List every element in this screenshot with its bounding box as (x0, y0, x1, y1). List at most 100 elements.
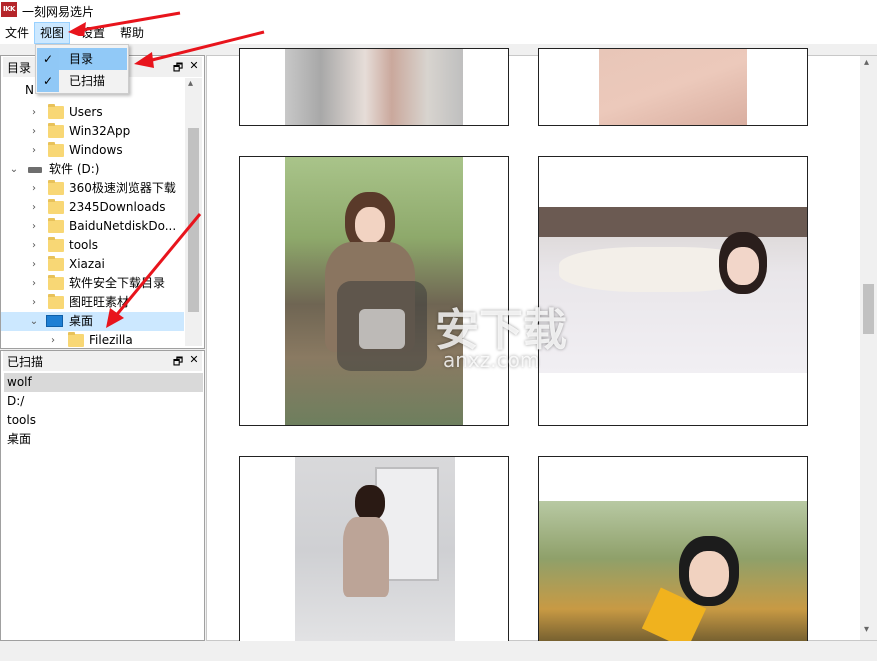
status-bar (0, 641, 877, 661)
chevron-down-icon[interactable]: ⌄ (9, 160, 19, 179)
tree-item-windows[interactable]: › Windows (1, 141, 184, 160)
photo-thumbnail (599, 49, 747, 125)
desktop-icon (46, 315, 63, 327)
chevron-right-icon[interactable]: › (29, 103, 39, 122)
scanned-item-desktop[interactable]: 桌面 (4, 430, 203, 449)
photo-subject (689, 551, 729, 597)
directory-scrollbar[interactable]: ▴ (185, 78, 202, 346)
tree-item-label: 2345Downloads (69, 200, 166, 214)
menu-option-directory[interactable]: ✓ 目录 (37, 48, 127, 70)
chevron-right-icon[interactable]: › (29, 179, 39, 198)
tree-item-xiazai[interactable]: › Xiazai (1, 255, 184, 274)
float-panel-icon[interactable]: 🗗 (171, 353, 185, 372)
image-card[interactable] (538, 156, 808, 426)
tree-item-label: Filezilla (89, 333, 133, 347)
menu-file[interactable]: 文件 (0, 22, 34, 44)
photo-subject (343, 517, 389, 597)
watermark-url: anxz.com (443, 348, 540, 372)
chevron-right-icon[interactable]: › (29, 255, 39, 274)
tree-item-tools[interactable]: › tools (1, 236, 184, 255)
app-logo-icon: IKK (1, 2, 17, 17)
chevron-right-icon[interactable]: › (29, 236, 39, 255)
tree-item-baidunetdisk[interactable]: › BaiduNetdiskDo... (1, 217, 184, 236)
chevron-down-icon[interactable]: ⌄ (29, 312, 39, 331)
tree-item-label: Xiazai (69, 257, 105, 271)
photo-subject (727, 247, 759, 285)
folder-icon (48, 180, 64, 195)
scanned-item-d[interactable]: D:/ (4, 392, 203, 411)
folder-icon (48, 199, 64, 214)
photo-subject (539, 207, 807, 237)
image-card[interactable] (538, 456, 808, 646)
folder-icon (48, 142, 64, 157)
scanned-item-tools[interactable]: tools (4, 411, 203, 430)
photo-thumbnail (539, 207, 807, 373)
menu-settings[interactable]: 设置 (76, 22, 110, 44)
menu-option-label: 已扫描 (69, 74, 106, 88)
folder-icon (48, 237, 64, 252)
check-icon: ✓ (37, 48, 59, 70)
check-icon: ✓ (37, 70, 59, 92)
chevron-right-icon[interactable]: › (29, 274, 39, 293)
directory-panel: 目录 🗗 ✕ N › Users › Win32App › Windows ⌄ … (0, 55, 205, 349)
tree-item-desktop[interactable]: ⌄ 桌面 (1, 312, 184, 331)
chevron-right-icon[interactable]: › (29, 122, 39, 141)
folder-icon (48, 104, 64, 119)
chevron-right-icon[interactable]: › (29, 198, 39, 217)
menu-bar: 文件 视图 设置 帮助 (0, 22, 877, 44)
tree-item-label: Win32App (69, 124, 131, 138)
scrollbar-thumb[interactable] (188, 128, 199, 312)
tree-item-label: 图旺旺素材 (69, 295, 130, 309)
tree-item-users[interactable]: › Users (1, 103, 184, 122)
folder-icon (68, 332, 84, 347)
tree-item-filezilla[interactable]: › Filezilla (1, 331, 184, 350)
menu-help[interactable]: 帮助 (115, 22, 149, 44)
directory-panel-title: 目录 (7, 61, 32, 75)
chevron-right-icon[interactable]: › (29, 217, 39, 236)
menu-option-scanned[interactable]: ✓ 已扫描 (37, 70, 127, 92)
folder-icon (48, 256, 64, 271)
photo-subject (355, 207, 385, 243)
chevron-right-icon[interactable]: › (48, 331, 58, 350)
image-card[interactable] (239, 48, 509, 126)
folder-icon (48, 218, 64, 233)
tree-item-tuwangwang[interactable]: › 图旺旺素材 (1, 293, 184, 312)
image-card[interactable] (239, 456, 509, 646)
tree-item-label: 软件 (D:) (49, 162, 100, 176)
tree-item-label: 桌面 (69, 314, 94, 328)
chevron-right-icon[interactable]: › (29, 141, 39, 160)
menu-view[interactable]: 视图 (34, 22, 71, 44)
float-panel-icon[interactable]: 🗗 (171, 59, 185, 78)
scrollbar-thumb[interactable] (863, 284, 874, 334)
drive-icon (28, 167, 42, 173)
photo-thumbnail (285, 49, 463, 125)
photo-thumbnail (539, 501, 807, 645)
close-panel-icon[interactable]: ✕ (187, 353, 201, 366)
close-panel-icon[interactable]: ✕ (187, 59, 201, 72)
photo-thumbnail (295, 457, 455, 645)
grid-scrollbar[interactable]: ▴ ▾ (860, 56, 877, 640)
menu-option-label: 目录 (69, 52, 94, 66)
window-title: 一刻网易选片 (22, 5, 95, 19)
chevron-right-icon[interactable]: › (29, 293, 39, 312)
tree-item-label: Users (69, 105, 103, 119)
image-card[interactable] (538, 48, 808, 126)
tree-item-drive-d[interactable]: ⌄ 软件 (D:) (1, 160, 184, 179)
scanned-item-wolf[interactable]: wolf (4, 373, 203, 392)
photo-subject (355, 485, 385, 521)
tree-item-partial[interactable]: N (25, 81, 34, 100)
tree-item-label: BaiduNetdiskDo... (69, 219, 177, 233)
scroll-up-icon[interactable]: ▴ (864, 57, 869, 68)
scroll-down-icon[interactable]: ▾ (864, 624, 869, 635)
tree-item-safe-download[interactable]: › 软件安全下载目录 (1, 274, 184, 293)
title-bar: IKK 一刻网易选片 (0, 0, 877, 22)
tree-item-360-downloads[interactable]: › 360极速浏览器下载 (1, 179, 184, 198)
scanned-panel: 已扫描 🗗 ✕ wolf D:/ tools 桌面 (0, 350, 205, 641)
tree-item-label: 软件安全下载目录 (69, 276, 166, 290)
scroll-up-icon[interactable]: ▴ (188, 78, 193, 89)
tree-item-win32app[interactable]: › Win32App (1, 122, 184, 141)
folder-icon (48, 275, 64, 290)
tree-item-2345downloads[interactable]: › 2345Downloads (1, 198, 184, 217)
shield-icon (359, 309, 405, 349)
watermark-logo-icon (337, 281, 427, 371)
